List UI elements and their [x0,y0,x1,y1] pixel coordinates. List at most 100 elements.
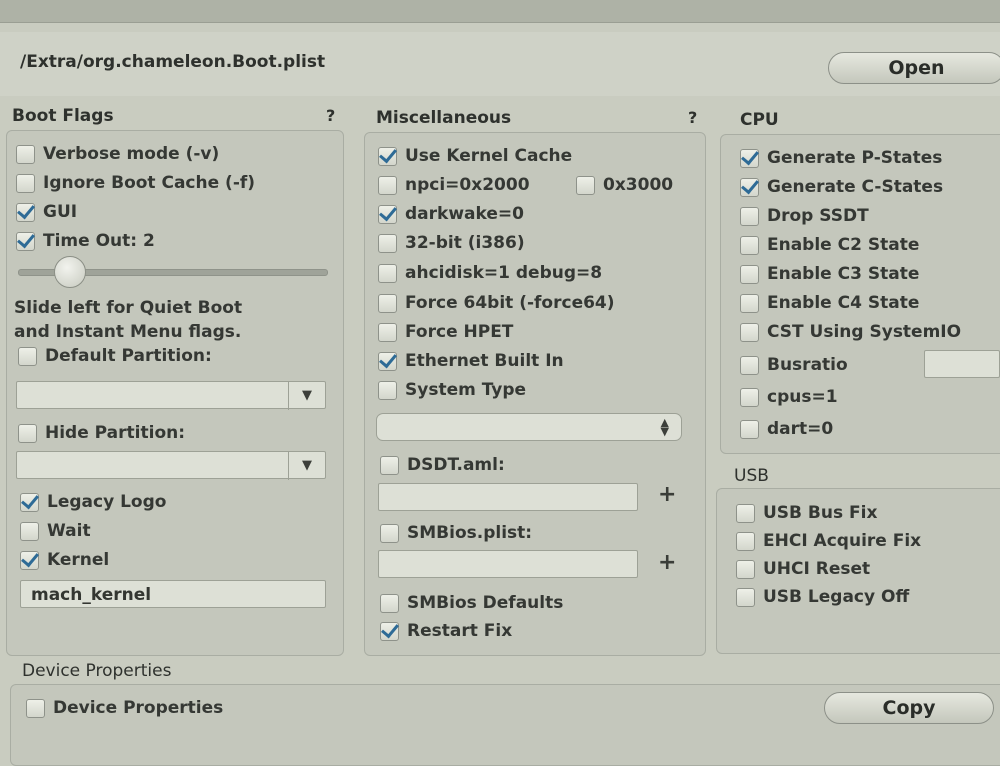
checkbox-icon [380,455,399,475]
checkbox-label: Busratio [767,355,848,375]
copy-button[interactable]: Copy [824,692,994,724]
smbios-defaults-checkbox[interactable]: SMBios Defaults [380,591,563,615]
cstates-checkbox[interactable]: Generate C-States [740,175,943,199]
hide-partition-dropdown[interactable]: ▼ [16,451,326,480]
checkbox-label: Time Out: 2 [43,231,155,251]
smbios-add-icon[interactable]: + [658,550,676,575]
misc-title: Miscellaneous [376,108,512,128]
cst-checkbox[interactable]: CST Using SystemIO [740,320,961,344]
dsdt-checkbox[interactable]: DSDT.aml: [380,453,505,477]
checkbox-label: Verbose mode (-v) [43,144,220,164]
default-partition-dropdown[interactable]: ▼ [16,381,326,410]
npci-2000-checkbox[interactable]: npci=0x2000 [378,173,530,197]
ehci-checkbox[interactable]: EHCI Acquire Fix [736,529,921,553]
verbose-checkbox[interactable]: Verbose mode (-v) [16,142,219,166]
usb-legacy-off-checkbox[interactable]: USB Legacy Off [736,585,909,609]
checkbox-label: 32-bit (i386) [405,233,525,253]
ethernet-checkbox[interactable]: Ethernet Built In [378,349,564,373]
system-type-popup[interactable]: ▲ ▼ [376,413,682,441]
checkbox-icon [378,351,397,371]
c4-checkbox[interactable]: Enable C4 State [740,291,919,315]
checkbox-icon [380,621,399,641]
checkbox-label: Hide Partition: [45,423,186,443]
checkbox-icon [18,423,37,443]
checkbox-icon [378,175,397,195]
restart-fix-checkbox[interactable]: Restart Fix [380,619,512,643]
usb-bus-fix-checkbox[interactable]: USB Bus Fix [736,501,877,525]
checkbox-label: EHCI Acquire Fix [763,531,922,551]
checkbox-icon [576,175,595,195]
checkbox-label: Generate C-States [767,177,944,197]
checkbox-icon [16,173,35,193]
kernel-input[interactable]: mach_kernel [20,580,326,608]
dsdt-add-icon[interactable]: + [658,482,676,507]
checkbox-icon [740,293,759,313]
ahcidisk-checkbox[interactable]: ahcidisk=1 debug=8 [378,261,602,285]
checkbox-label: USB Legacy Off [763,587,910,607]
checkbox-label: GUI [43,202,78,222]
kernel-checkbox[interactable]: Kernel [20,548,109,572]
checkbox-label: Force HPET [405,322,514,342]
smbios-plist-checkbox[interactable]: SMBios.plist: [380,521,532,545]
darkwake-checkbox[interactable]: darkwake=0 [378,202,524,226]
boot-flags-help-icon[interactable]: ? [326,106,335,125]
checkbox-icon [16,144,35,164]
smbios-plist-input[interactable] [378,550,638,578]
device-properties-checkbox[interactable]: Device Properties [26,696,223,720]
checkbox-label: Kernel [47,550,110,570]
gui-checkbox[interactable]: GUI [16,200,77,224]
checkbox-icon [736,503,755,523]
uhci-checkbox[interactable]: UHCI Reset [736,557,870,581]
checkbox-icon [378,146,397,166]
note-line: Slide left for Quiet Boot [14,298,243,318]
c3-checkbox[interactable]: Enable C3 State [740,262,919,286]
checkbox-icon [378,293,397,313]
dsdt-input[interactable] [378,483,638,511]
wait-checkbox[interactable]: Wait [20,519,91,543]
checkbox-icon [20,492,39,512]
chevron-down-icon: ▼ [288,452,325,480]
use-kernel-cache-checkbox[interactable]: Use Kernel Cache [378,144,572,168]
cpu-title: CPU [740,110,779,130]
checkbox-label: ahcidisk=1 debug=8 [405,263,603,283]
timeout-checkbox[interactable]: Time Out: 2 [16,229,155,253]
c2-checkbox[interactable]: Enable C2 State [740,233,919,257]
checkbox-label: Use Kernel Cache [405,146,573,166]
checkbox-icon [378,233,397,253]
checkbox-icon [740,322,759,342]
checkbox-icon [20,521,39,541]
checkbox-icon [740,235,759,255]
checkbox-label: Drop SSDT [767,206,869,226]
force-hpet-checkbox[interactable]: Force HPET [378,320,513,344]
system-type-checkbox[interactable]: System Type [378,378,526,402]
cpus-checkbox[interactable]: cpus=1 [740,385,838,409]
checkbox-icon [378,380,397,400]
open-button[interactable]: Open [828,52,1000,84]
npci-3000-checkbox[interactable]: 0x3000 [576,173,673,197]
checkbox-icon [16,231,35,251]
checkbox-icon [740,355,759,375]
ignore-cache-checkbox[interactable]: Ignore Boot Cache (-f) [16,171,255,195]
checkbox-label: Restart Fix [407,621,513,641]
checkbox-icon [20,550,39,570]
checkbox-icon [736,559,755,579]
checkbox-label: npci=0x2000 [405,175,530,195]
hide-partition-checkbox[interactable]: Hide Partition: [18,421,185,445]
default-partition-checkbox[interactable]: Default Partition: [18,344,212,368]
legacy-logo-checkbox[interactable]: Legacy Logo [20,490,166,514]
timeout-slider-knob[interactable] [54,256,87,288]
drop-ssdt-checkbox[interactable]: Drop SSDT [740,204,869,228]
bit32-checkbox[interactable]: 32-bit (i386) [378,231,525,255]
pstates-checkbox[interactable]: Generate P-States [740,146,942,170]
checkbox-label: Ignore Boot Cache (-f) [43,173,256,193]
checkbox-label: cpus=1 [767,387,838,407]
checkbox-icon [378,322,397,342]
misc-help-icon[interactable]: ? [688,108,697,127]
force64-checkbox[interactable]: Force 64bit (-force64) [378,291,615,315]
busratio-input[interactable] [924,350,1000,378]
busratio-checkbox[interactable]: Busratio [740,353,848,377]
device-properties-title: Device Properties [22,661,172,681]
dart-checkbox[interactable]: dart=0 [740,417,833,441]
checkbox-label: darkwake=0 [405,204,524,224]
checkbox-label: SMBios Defaults [407,593,564,613]
